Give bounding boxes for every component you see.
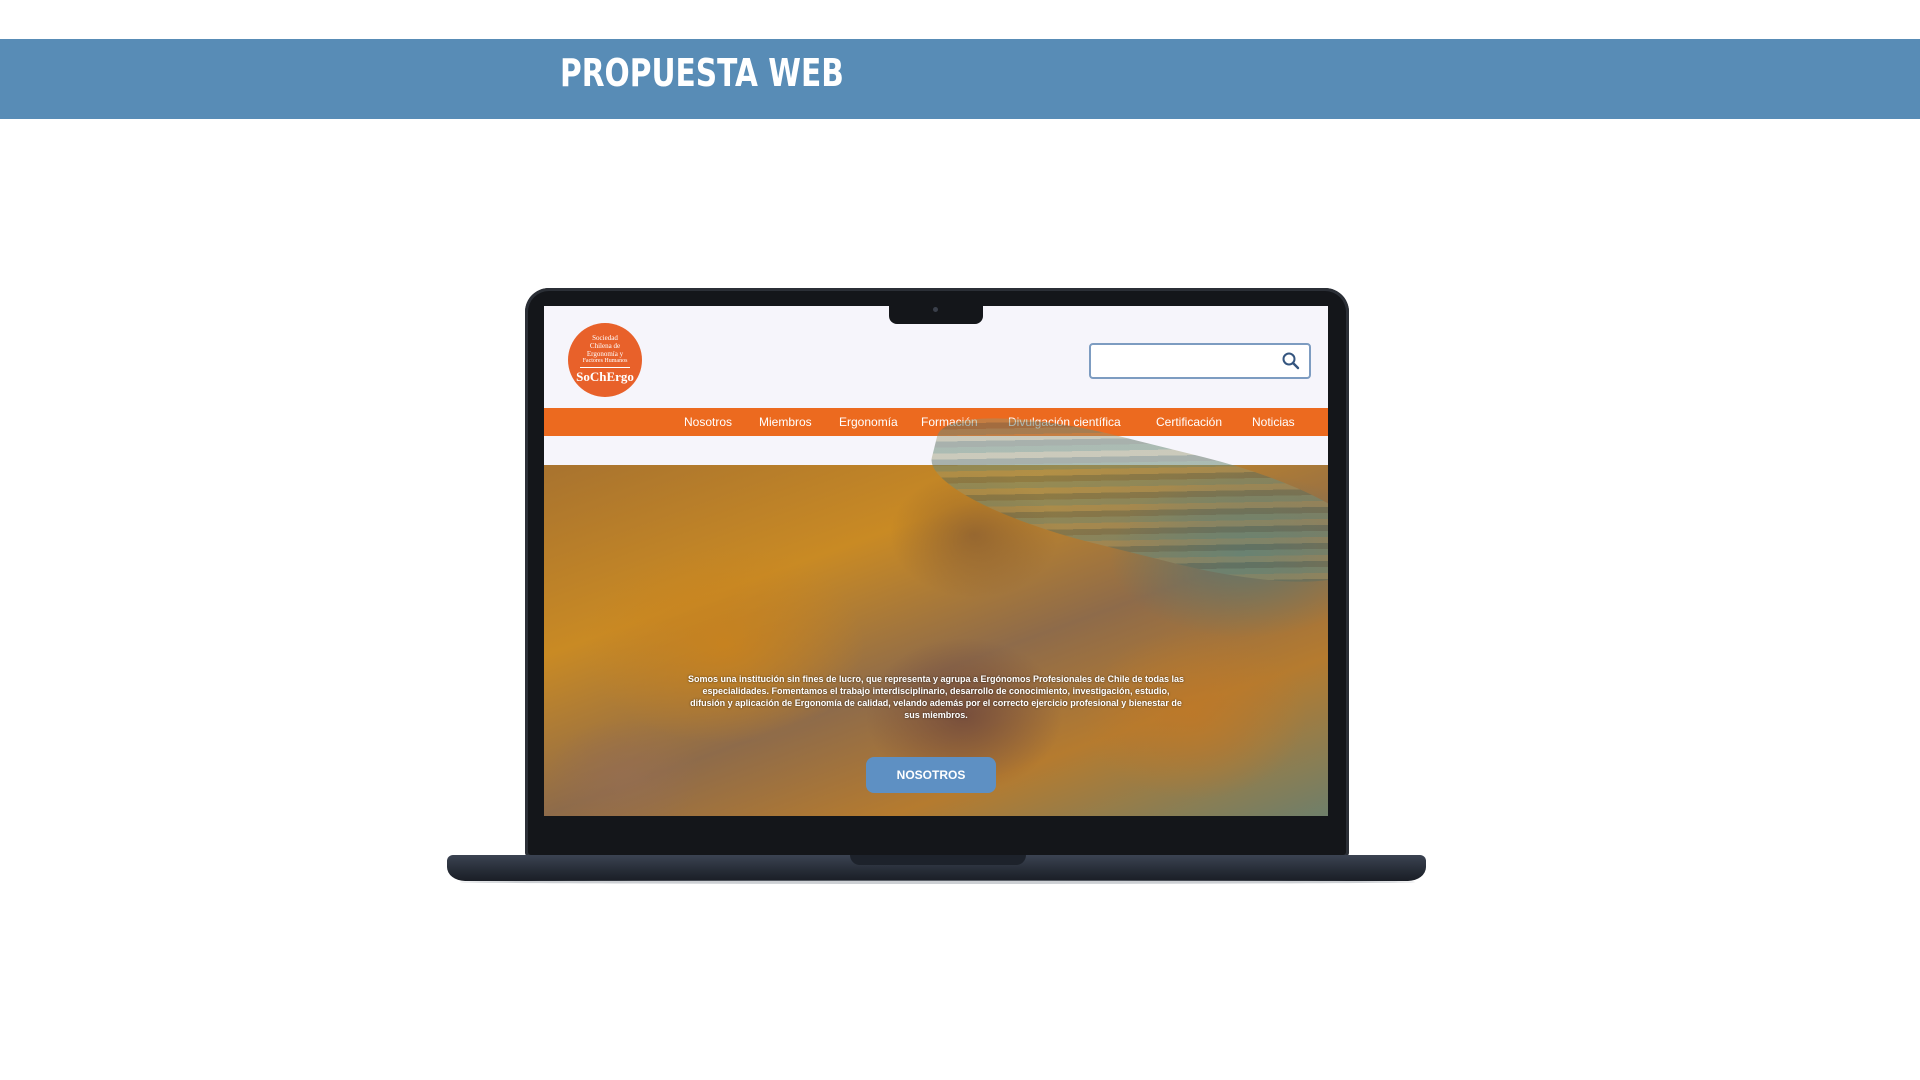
laptop-shadow [460,880,1415,884]
laptop-base [447,855,1426,881]
nav-item-noticias[interactable]: Noticias [1252,415,1295,429]
page-title: PROPUESTA WEB [560,51,844,95]
logo-line-1: Sociedad [592,334,618,342]
nav-item-nosotros[interactable]: Nosotros [684,415,732,429]
sochergo-logo[interactable]: Sociedad Chilena de Ergonomía y Factores… [568,323,642,397]
laptop-opening-groove [850,855,1026,865]
title-banner: PROPUESTA WEB [0,39,1920,119]
logo-line-2: Chilena de [589,342,621,350]
nosotros-button[interactable]: NOSOTROS [866,757,996,793]
search-input[interactable] [1089,343,1311,379]
nav-item-certificacion[interactable]: Certificación [1156,415,1222,429]
logo-divider [580,367,630,368]
logo-line-3: Ergonomía y [586,350,624,358]
main-nav: Nosotros Miembros Ergonomía Formación Di… [544,408,1328,436]
hero-section: Somos una institución sin fines de lucro… [544,393,1328,816]
camera-icon [933,307,938,312]
logo-line-4: Factores Humanos [582,358,628,364]
logo-acronym: SoChErgo [576,369,634,384]
search-icon[interactable] [1281,351,1301,371]
hero-description: Somos una institución sin fines de lucro… [687,674,1185,720]
camera-notch [889,305,983,324]
nav-item-miembros[interactable]: Miembros [759,415,812,429]
laptop-screen: Sociedad Chilena de Ergonomía y Factores… [544,306,1328,816]
nav-item-ergonomia[interactable]: Ergonomía [839,415,898,429]
